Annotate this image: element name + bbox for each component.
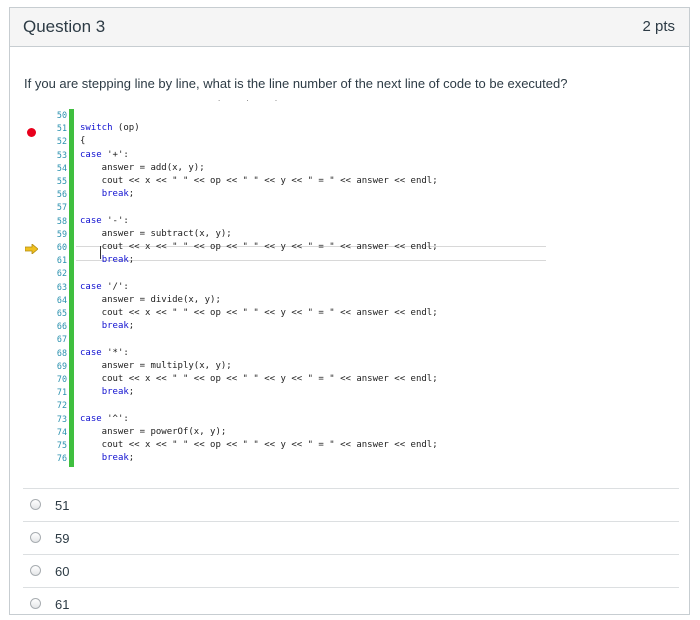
line-number: 50 bbox=[56, 110, 67, 120]
code-lines: switch (op) { case '+': answer = add(x, y)… bbox=[80, 109, 438, 465]
line-number: 69 bbox=[56, 360, 67, 371]
line-number: 65 bbox=[56, 308, 67, 319]
question-points: 2 pts bbox=[642, 18, 675, 35]
radio-button[interactable] bbox=[30, 499, 41, 510]
answer-label: 51 bbox=[55, 498, 70, 513]
code-line: cout << x << " " << op << " " << y << " … bbox=[80, 374, 438, 385]
line-numbers: 50 51 52 53 54 55 56 57 58 59 60 61 62 63 64 65 66 67 68 69… bbox=[39, 109, 67, 465]
question-card: Question 3 2 pts If you are stepping lin… bbox=[9, 7, 690, 615]
dots-text: . . . bbox=[218, 94, 290, 103]
line-number: 60 bbox=[56, 242, 67, 253]
line-number: 76 bbox=[56, 453, 67, 464]
line-number: 71 bbox=[56, 387, 67, 398]
code-line: { bbox=[80, 136, 86, 147]
code-line: cout << x << " " << op << " " << y << " … bbox=[80, 242, 438, 253]
radio-button[interactable] bbox=[30, 565, 41, 576]
code-line: break; bbox=[101, 453, 135, 464]
code-line: answer = divide(x, y); bbox=[80, 294, 221, 305]
code-line: case '^': bbox=[80, 413, 129, 424]
code-screenshot: 50 51 52 53 54 55 56 57 58 59 60 61 62 63 64 65 66 67 68 69… bbox=[24, 106, 546, 467]
line-number: 62 bbox=[56, 268, 67, 279]
code-line: case '-': bbox=[80, 215, 129, 226]
radio-button[interactable] bbox=[30, 532, 41, 543]
answer-option[interactable]: 59 bbox=[23, 521, 679, 554]
answer-option[interactable]: 51 bbox=[23, 488, 679, 521]
line-number: 66 bbox=[56, 321, 67, 332]
code-line: break; bbox=[101, 255, 135, 266]
line-number: 58 bbox=[56, 215, 67, 226]
question-title: Question 3 bbox=[23, 17, 106, 36]
question-header: Question 3 2 pts bbox=[10, 8, 689, 47]
code-line: cout << x << " " << op << " " << y << " … bbox=[80, 440, 438, 451]
line-number: 68 bbox=[56, 347, 67, 358]
code-line: answer = subtract(x, y); bbox=[80, 228, 232, 239]
code-line: case '*': bbox=[80, 347, 129, 358]
line-number: 63 bbox=[56, 281, 67, 292]
line-number: 57 bbox=[56, 202, 67, 213]
line-number: 67 bbox=[56, 334, 67, 345]
line-number: 56 bbox=[56, 189, 67, 200]
code-line: cout << x << " " << op << " " << y << " … bbox=[80, 176, 438, 187]
answer-list: 51 59 60 61 bbox=[23, 488, 679, 620]
code-line: cout << x << " " << op << " " << y << " … bbox=[80, 308, 438, 319]
answer-label: 60 bbox=[55, 564, 70, 579]
line-number: 51 bbox=[56, 123, 67, 134]
code-line: switch (op) bbox=[80, 123, 140, 134]
line-number: 72 bbox=[56, 400, 67, 411]
line-number: 59 bbox=[56, 228, 67, 239]
line-number: 70 bbox=[56, 374, 67, 385]
line-number: 54 bbox=[56, 162, 67, 173]
question-text: If you are stepping line by line, what i… bbox=[24, 76, 568, 91]
code-line: break; bbox=[101, 321, 135, 332]
line-number: 55 bbox=[56, 176, 67, 187]
line-number: 73 bbox=[56, 413, 67, 424]
line-number: 74 bbox=[56, 426, 67, 437]
answer-option[interactable]: 61 bbox=[23, 587, 679, 620]
line-number: 61 bbox=[56, 255, 67, 266]
execution-arrow-icon bbox=[25, 244, 38, 254]
code-line: answer = add(x, y); bbox=[80, 162, 205, 173]
code-line: break; bbox=[101, 387, 135, 398]
breakpoint-icon bbox=[27, 128, 36, 137]
line-number: 64 bbox=[56, 294, 67, 305]
code-line: case '/': bbox=[80, 281, 129, 292]
radio-button[interactable] bbox=[30, 598, 41, 609]
answer-label: 61 bbox=[55, 597, 70, 612]
line-number: 75 bbox=[56, 440, 67, 451]
coverage-bar bbox=[69, 109, 74, 467]
code-line: answer = multiply(x, y); bbox=[80, 360, 232, 371]
line-number: 53 bbox=[56, 149, 67, 160]
answer-label: 59 bbox=[55, 531, 70, 546]
code-line: case '+': bbox=[80, 149, 129, 160]
line-number: 52 bbox=[56, 136, 67, 147]
code-line: break; bbox=[101, 189, 135, 200]
answer-option[interactable]: 60 bbox=[23, 554, 679, 587]
code-line: answer = powerOf(x, y); bbox=[80, 426, 227, 437]
